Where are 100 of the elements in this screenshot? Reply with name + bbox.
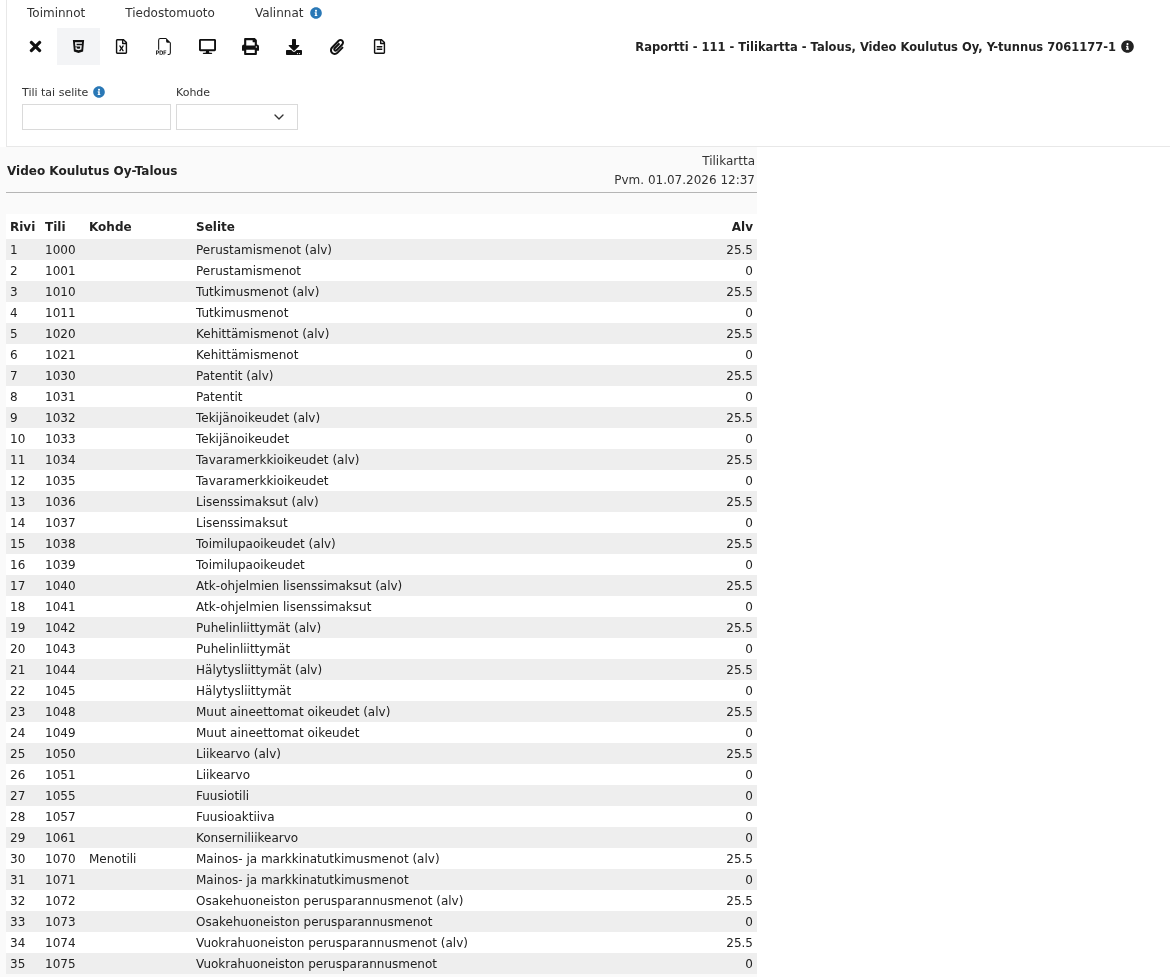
table-cell: Toimilupaoikeudet xyxy=(196,557,305,572)
table-cell: 7 xyxy=(10,368,18,383)
table-cell: Perustamismenot (alv) xyxy=(196,242,332,257)
table-cell: 1035 xyxy=(45,473,76,488)
table-cell: Hälytysliittymät (alv) xyxy=(196,662,323,677)
table-cell: 1043 xyxy=(45,641,76,656)
table-cell: 31 xyxy=(10,872,26,887)
table-cell: 0 xyxy=(745,956,753,971)
table-cell: 1010 xyxy=(45,284,76,299)
table-cell: 1000 xyxy=(45,242,76,257)
table-cell: 9 xyxy=(10,410,18,425)
table-cell: 12 xyxy=(10,473,26,488)
table-cell: Menotili xyxy=(89,851,137,866)
table-cell: 25.5 xyxy=(726,326,753,341)
table-cell: 0 xyxy=(745,830,753,845)
table-cell: 1011 xyxy=(45,305,76,320)
table-cell: 1070 xyxy=(45,851,76,866)
table-cell: 25.5 xyxy=(726,578,753,593)
table-cell: 10 xyxy=(10,431,26,446)
table-cell: Kehittämismenot (alv) xyxy=(196,326,330,341)
table-cell: 1034 xyxy=(45,452,76,467)
table-cell: Atk-ohjelmien lisenssimaksut xyxy=(196,599,372,614)
table-cell: 0 xyxy=(745,473,753,488)
table-cell: 13 xyxy=(10,494,26,509)
table-cell: Hälytysliittymät xyxy=(196,683,292,698)
table-cell: Lisenssimaksut (alv) xyxy=(196,494,319,509)
table-cell: 24 xyxy=(10,725,26,740)
table-cell: 1041 xyxy=(45,599,76,614)
report-date: Pvm. 01.07.2026 12:37 xyxy=(614,172,755,189)
table-cell: 25.5 xyxy=(726,662,753,677)
table-cell: 22 xyxy=(10,683,26,698)
table-cell: 1071 xyxy=(45,872,76,887)
column-header: Tili xyxy=(45,219,66,234)
table-cell: Mainos- ja markkinatutkimusmenot (alv) xyxy=(196,851,440,866)
table-cell: 34 xyxy=(10,935,26,950)
table-cell: 1031 xyxy=(45,389,76,404)
table-cell: 4 xyxy=(10,305,18,320)
table-cell: 0 xyxy=(745,725,753,740)
table-cell: 0 xyxy=(745,767,753,782)
column-header: Selite xyxy=(196,219,235,234)
table-cell: 29 xyxy=(10,830,26,845)
table-cell: Atk-ohjelmien lisenssimaksut (alv) xyxy=(196,578,403,593)
table-cell: 1032 xyxy=(45,410,76,425)
table-cell: 25 xyxy=(10,746,26,761)
menu-item[interactable]: Valinnat xyxy=(254,5,323,20)
table-cell: 1051 xyxy=(45,767,76,782)
table-cell: 0 xyxy=(745,557,753,572)
table-cell: 25.5 xyxy=(726,452,753,467)
table-cell: 6 xyxy=(10,347,18,362)
field-label: Kohde xyxy=(176,85,211,99)
table-cell: 0 xyxy=(745,515,753,530)
table-cell: 1057 xyxy=(45,809,76,824)
table-cell: 1044 xyxy=(45,662,76,677)
table-cell: 25.5 xyxy=(726,368,753,383)
table-cell: 1040 xyxy=(45,578,76,593)
document-icon xyxy=(372,39,387,54)
table-cell: 25.5 xyxy=(726,410,753,425)
table-cell: 1001 xyxy=(45,263,76,278)
table-cell: 16 xyxy=(10,557,26,572)
table-cell: Vuokrahuoneiston perusparannusmenot (alv) xyxy=(196,935,468,950)
download-icon xyxy=(285,38,302,55)
table-cell: Patentit xyxy=(196,389,243,404)
table-cell: 1045 xyxy=(45,683,76,698)
table-cell: 27 xyxy=(10,788,26,803)
table-cell: Patentit (alv) xyxy=(196,368,274,383)
menu-item[interactable]: Tiedostomuoto xyxy=(125,5,215,20)
table-cell: Tavaramerkkioikeudet (alv) xyxy=(196,452,360,467)
table-cell: Tavaramerkkioikeudet xyxy=(196,473,329,488)
table-cell: 25.5 xyxy=(726,242,753,257)
table-cell: 33 xyxy=(10,914,26,929)
close-icon xyxy=(27,38,44,55)
table-cell: 1020 xyxy=(45,326,76,341)
table-cell: 0 xyxy=(745,641,753,656)
table-cell: Osakehuoneiston perusparannusmenot (alv) xyxy=(196,893,464,908)
pdf-file-icon xyxy=(156,38,173,55)
table-cell: 1072 xyxy=(45,893,76,908)
report-name: Tilikartta xyxy=(702,153,755,170)
table-cell: 1021 xyxy=(45,347,76,362)
html5-button[interactable] xyxy=(57,28,100,65)
table-cell: 0 xyxy=(745,263,753,278)
html5-icon xyxy=(71,39,86,54)
table-cell: Liikearvo (alv) xyxy=(196,746,281,761)
table-cell: 0 xyxy=(745,914,753,929)
select-field[interactable] xyxy=(176,104,298,130)
table-cell: 0 xyxy=(745,347,753,362)
table-cell: 1061 xyxy=(45,830,76,845)
table-cell: 1033 xyxy=(45,431,76,446)
table-cell: 25.5 xyxy=(726,851,753,866)
table-cell: Puhelinliittymät (alv) xyxy=(196,620,322,635)
search-field[interactable] xyxy=(22,104,171,130)
menu-item[interactable]: Toiminnot xyxy=(27,5,86,20)
table-cell: Mainos- ja markkinatutkimusmenot xyxy=(196,872,409,887)
table-cell: 1075 xyxy=(45,956,76,971)
table-cell: Lisenssimaksut xyxy=(196,515,288,530)
table-cell: 25.5 xyxy=(726,746,753,761)
table-cell: 20 xyxy=(10,641,26,656)
table-cell: 25.5 xyxy=(726,284,753,299)
table-cell: 0 xyxy=(745,431,753,446)
table-cell: 1073 xyxy=(45,914,76,929)
table-cell: 1037 xyxy=(45,515,76,530)
